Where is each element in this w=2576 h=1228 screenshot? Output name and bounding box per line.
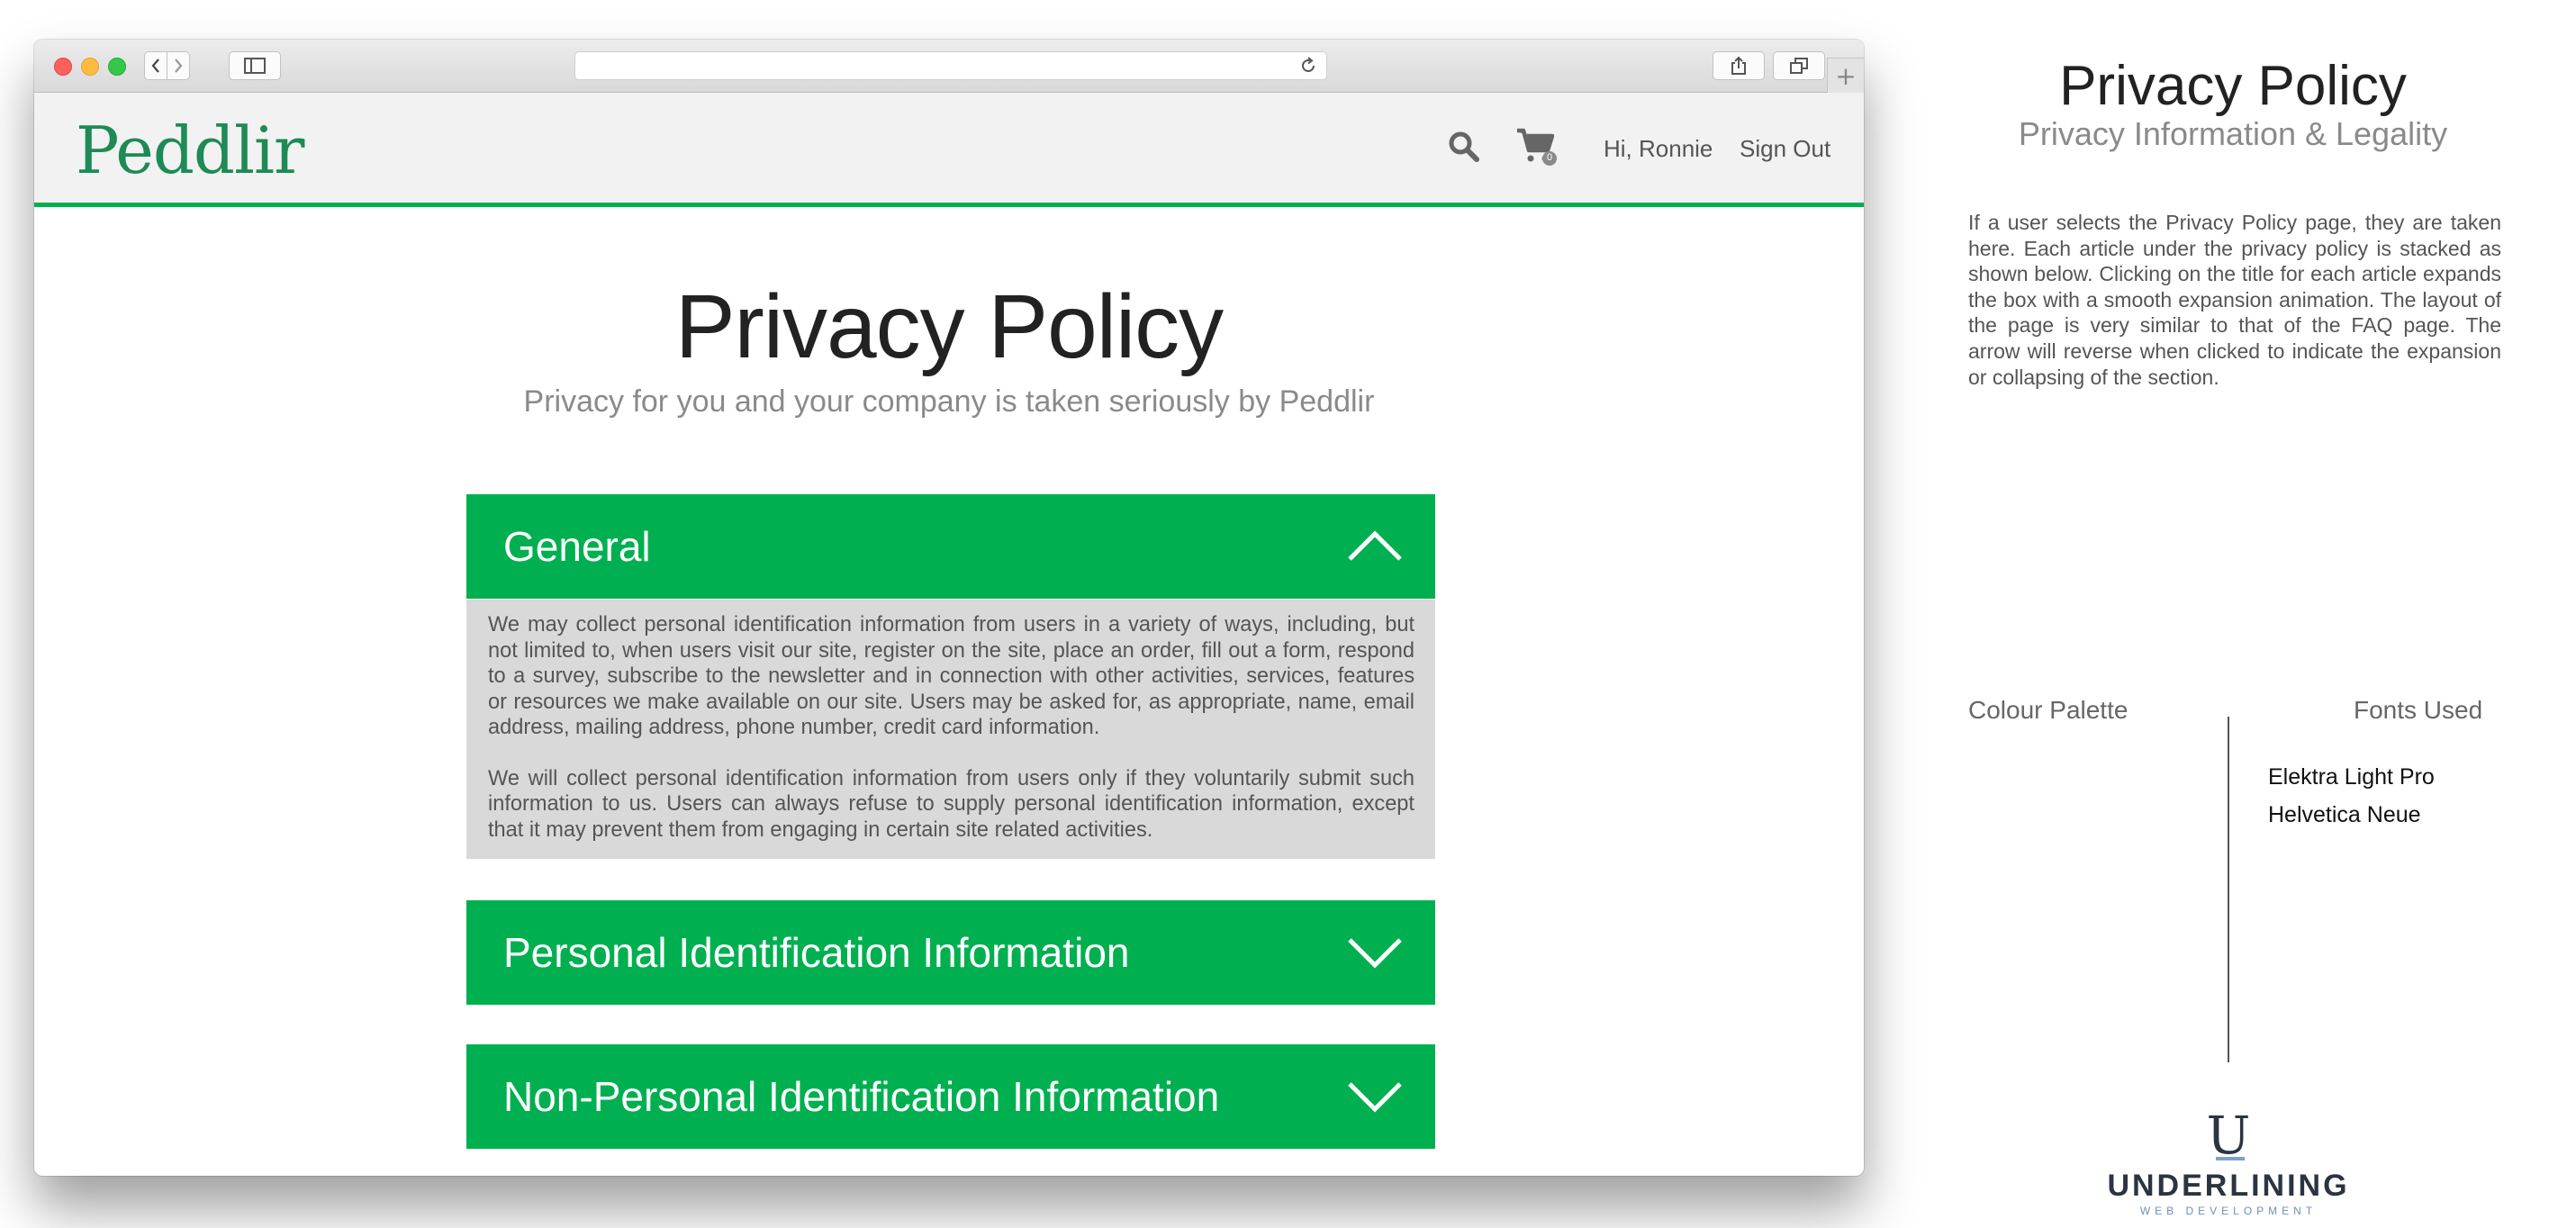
accordion-body-general: We may collect personal identification i… [466, 600, 1435, 859]
underlining-logo-mark: U [2206, 1105, 2251, 1166]
page-subtitle: Privacy for you and your company is take… [523, 384, 1375, 419]
chevron-right-icon [175, 59, 183, 73]
sidebar-icon [244, 58, 266, 74]
fonts-used-label: Fonts Used [2354, 696, 2483, 724]
share-button[interactable] [1713, 51, 1765, 80]
site-header: Peddlir 0 Hi, Ronnie Sign Out [34, 93, 1864, 207]
search-icon[interactable] [1448, 131, 1480, 163]
font-name: Elektra Light Pro [2268, 764, 2435, 790]
browser-window: + Peddlir 0 Hi, Ronnie Sign Out Privacy … [34, 40, 1864, 1176]
plus-icon: + [1835, 60, 1857, 91]
cart-count-badge: 0 [1546, 152, 1553, 163]
accordion-title: Personal Identification Information [503, 929, 1130, 976]
font-name: Helvetica Neue [2268, 802, 2421, 827]
forward-button[interactable] [167, 51, 190, 80]
tabs-icon [1790, 58, 1808, 74]
zoom-window-button[interactable] [108, 58, 126, 76]
spec-divider [2228, 717, 2229, 1062]
address-bar[interactable] [574, 51, 1327, 80]
browser-toolbar: + [34, 40, 1864, 93]
sidebar-button[interactable] [229, 51, 281, 80]
accordion-header-general[interactable]: General [466, 494, 1435, 599]
sign-out-link[interactable]: Sign Out [1740, 135, 1830, 163]
accordion-header-non-personal-identification[interactable]: Non-Personal Identification Information [466, 1044, 1435, 1149]
chevron-left-icon [151, 59, 159, 73]
accordion-title: General [503, 523, 651, 570]
underlining-logo-tagline: WEB DEVELOPMENT [2139, 1205, 2318, 1217]
section-paragraph: We will collect personal identification … [488, 766, 1415, 842]
spec-subtitle: Privacy Information & Legality [2018, 115, 2448, 152]
show-tabs-button[interactable] [1773, 51, 1825, 80]
underlining-logo-name: UNDERLINING [2107, 1169, 2350, 1203]
chevron-down-icon [1348, 1082, 1402, 1113]
logo-underline-bar [2216, 1157, 2245, 1160]
reload-icon[interactable] [1299, 57, 1317, 75]
section-paragraph: We may collect personal identification i… [488, 613, 1415, 739]
accordion-title: Non-Personal Identification Information [503, 1073, 1220, 1120]
spec-description: If a user selects the Privacy Policy pag… [1968, 211, 2501, 389]
colour-palette-label: Colour Palette [1968, 696, 2129, 724]
back-button[interactable] [144, 51, 167, 80]
page-title: Privacy Policy [674, 276, 1224, 377]
user-greeting[interactable]: Hi, Ronnie [1604, 135, 1713, 163]
site-logo[interactable]: Peddlir [76, 113, 304, 188]
chevron-down-icon [1348, 938, 1402, 969]
cart-button[interactable]: 0 [1515, 127, 1559, 171]
chevron-up-icon [1348, 530, 1402, 561]
spec-title: Privacy Policy [2059, 55, 2407, 117]
accordion-header-personal-identification[interactable]: Personal Identification Information [466, 900, 1435, 1005]
new-tab-button[interactable]: + [1827, 58, 1864, 93]
minimize-window-button[interactable] [81, 58, 99, 76]
close-window-button[interactable] [54, 58, 72, 76]
share-icon [1731, 56, 1746, 75]
